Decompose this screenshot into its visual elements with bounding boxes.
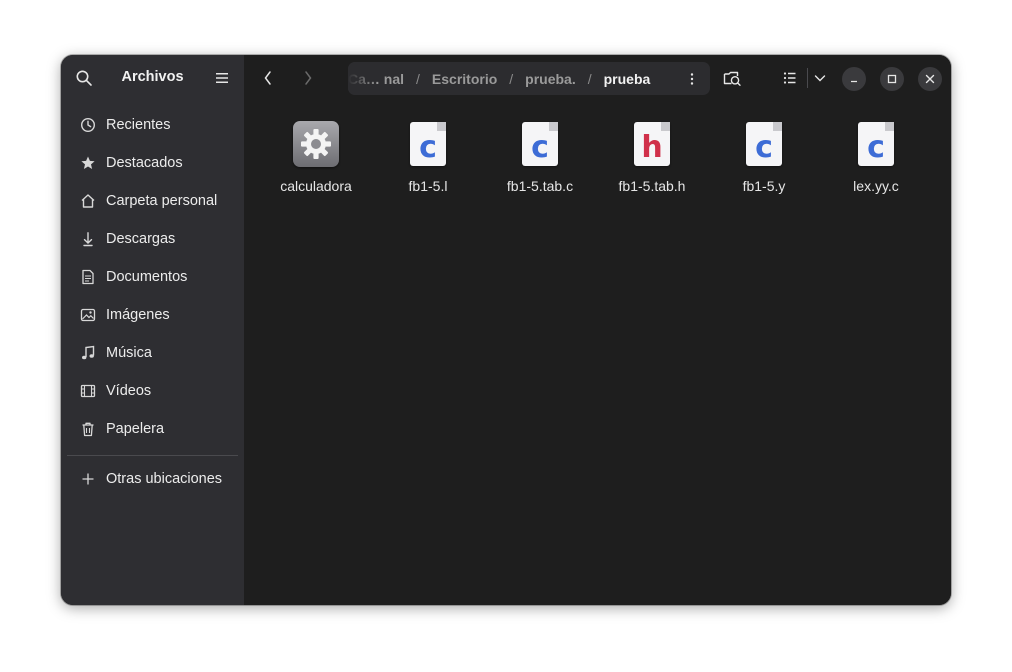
c-source-file-icon: c	[404, 120, 452, 168]
sidebar-item-label: Vídeos	[106, 383, 152, 399]
sidebar-item-label: Documentos	[106, 269, 188, 285]
view-split-divider	[807, 68, 808, 88]
sidebar-item-label: Papelera	[106, 421, 165, 437]
file-name: fb1-5.tab.c	[506, 178, 574, 194]
file-item[interactable]: c fb1-5.y	[708, 120, 820, 194]
close-icon	[925, 74, 935, 84]
music-icon	[82, 345, 95, 360]
sidebar-item-label: Imágenes	[106, 307, 170, 323]
file-item[interactable]: c fb1-5.tab.c	[484, 120, 596, 194]
gear-icon	[293, 121, 339, 167]
back-arrow-icon[interactable]	[258, 68, 278, 88]
breadcrumb-separator: /	[587, 70, 592, 87]
sidebar-item-carpeta-personal[interactable]: Carpeta personal	[67, 182, 238, 220]
close-button[interactable]	[918, 67, 942, 91]
c-source-file-icon: c	[852, 120, 900, 168]
c-source-file-icon: c	[516, 120, 564, 168]
sidebar-item-label: Carpeta personal	[106, 193, 218, 209]
file-item[interactable]: h fb1-5.tab.h	[596, 120, 708, 194]
file-type-letter: c	[419, 130, 437, 165]
file-item[interactable]: c fb1-5.l	[372, 120, 484, 194]
breadcrumb-current[interactable]: prueba	[604, 71, 651, 87]
header-bar: Ca… nal / Escritorio / prueba. / prueba	[244, 55, 951, 101]
breadcrumb-escritorio[interactable]: Escritorio	[432, 71, 497, 87]
file-name: fb1-5.tab.h	[618, 178, 686, 194]
sidebar-item-destacados[interactable]: Destacados	[67, 144, 238, 182]
sidebar-item-papelera[interactable]: Papelera	[67, 410, 238, 448]
file-type-letter: h	[641, 130, 663, 165]
clock-icon	[80, 117, 96, 133]
file-grid: calculadora c fb1-5.l c fb1-5.tab.c h fb…	[260, 120, 951, 194]
file-item[interactable]: c lex.yy.c	[820, 120, 932, 194]
file-name: fb1-5.l	[408, 178, 448, 194]
plus-icon	[82, 473, 94, 485]
forward-arrow-icon[interactable]	[298, 68, 318, 88]
maximize-icon	[887, 74, 897, 84]
sidebar-item-label: Otras ubicaciones	[106, 471, 223, 487]
c-source-file-icon: c	[740, 120, 788, 168]
file-manager-window: Archivos Recientes Destacados Carpeta pe…	[61, 55, 951, 605]
executable-file-icon	[292, 120, 340, 168]
home-icon	[81, 194, 95, 208]
pathbar-fade	[348, 62, 378, 95]
sidebar-item-otras-ubicaciones[interactable]: Otras ubicaciones	[67, 460, 238, 498]
sidebar-item-label: Música	[106, 345, 152, 361]
path-bar: Ca… nal / Escritorio / prueba. / prueba	[348, 62, 710, 95]
sidebar-item-label: Recientes	[106, 117, 171, 133]
file-name: lex.yy.c	[853, 178, 899, 194]
minimize-icon	[851, 80, 857, 83]
breadcrumb-prueba-parent[interactable]: prueba.	[525, 71, 576, 87]
download-icon	[83, 232, 93, 247]
star-icon	[81, 156, 95, 169]
file-name: calculadora	[280, 178, 352, 194]
sidebar-item-label: Destacados	[106, 155, 183, 171]
breadcrumb-separator: /	[509, 70, 514, 87]
sidebar-item-imagenes[interactable]: Imágenes	[67, 296, 238, 334]
file-type-letter: c	[755, 130, 773, 165]
maximize-button[interactable]	[880, 67, 904, 91]
video-icon	[80, 384, 96, 398]
minimize-button[interactable]	[842, 67, 866, 91]
main-content: Ca… nal / Escritorio / prueba. / prueba	[244, 55, 951, 605]
file-item[interactable]: calculadora	[260, 120, 372, 194]
list-view-icon[interactable]	[780, 68, 800, 88]
more-options-icon[interactable]	[684, 71, 700, 87]
c-header-file-icon: h	[628, 120, 676, 168]
breadcrumb-separator: /	[416, 70, 420, 87]
file-type-letter: c	[531, 130, 549, 165]
sidebar-other: Otras ubicaciones	[67, 460, 238, 498]
hamburger-menu-icon[interactable]	[214, 70, 230, 86]
document-icon	[82, 269, 94, 285]
trash-icon	[82, 422, 94, 437]
sidebar-divider	[67, 455, 238, 456]
sidebar-header: Archivos	[61, 55, 244, 101]
search-folder-icon[interactable]	[722, 68, 742, 88]
sidebar-item-videos[interactable]: Vídeos	[67, 372, 238, 410]
sidebar-item-documentos[interactable]: Documentos	[67, 258, 238, 296]
image-icon	[80, 308, 96, 322]
chevron-down-icon[interactable]	[810, 68, 830, 88]
sidebar-item-recientes[interactable]: Recientes	[67, 106, 238, 144]
sidebar: Archivos Recientes Destacados Carpeta pe…	[61, 55, 244, 605]
sidebar-item-descargas[interactable]: Descargas	[67, 220, 238, 258]
file-name: fb1-5.y	[742, 178, 786, 194]
file-type-letter: c	[867, 130, 885, 165]
sidebar-places: Recientes Destacados Carpeta personal De…	[67, 106, 238, 448]
sidebar-item-label: Descargas	[106, 231, 176, 247]
sidebar-item-musica[interactable]: Música	[67, 334, 238, 372]
